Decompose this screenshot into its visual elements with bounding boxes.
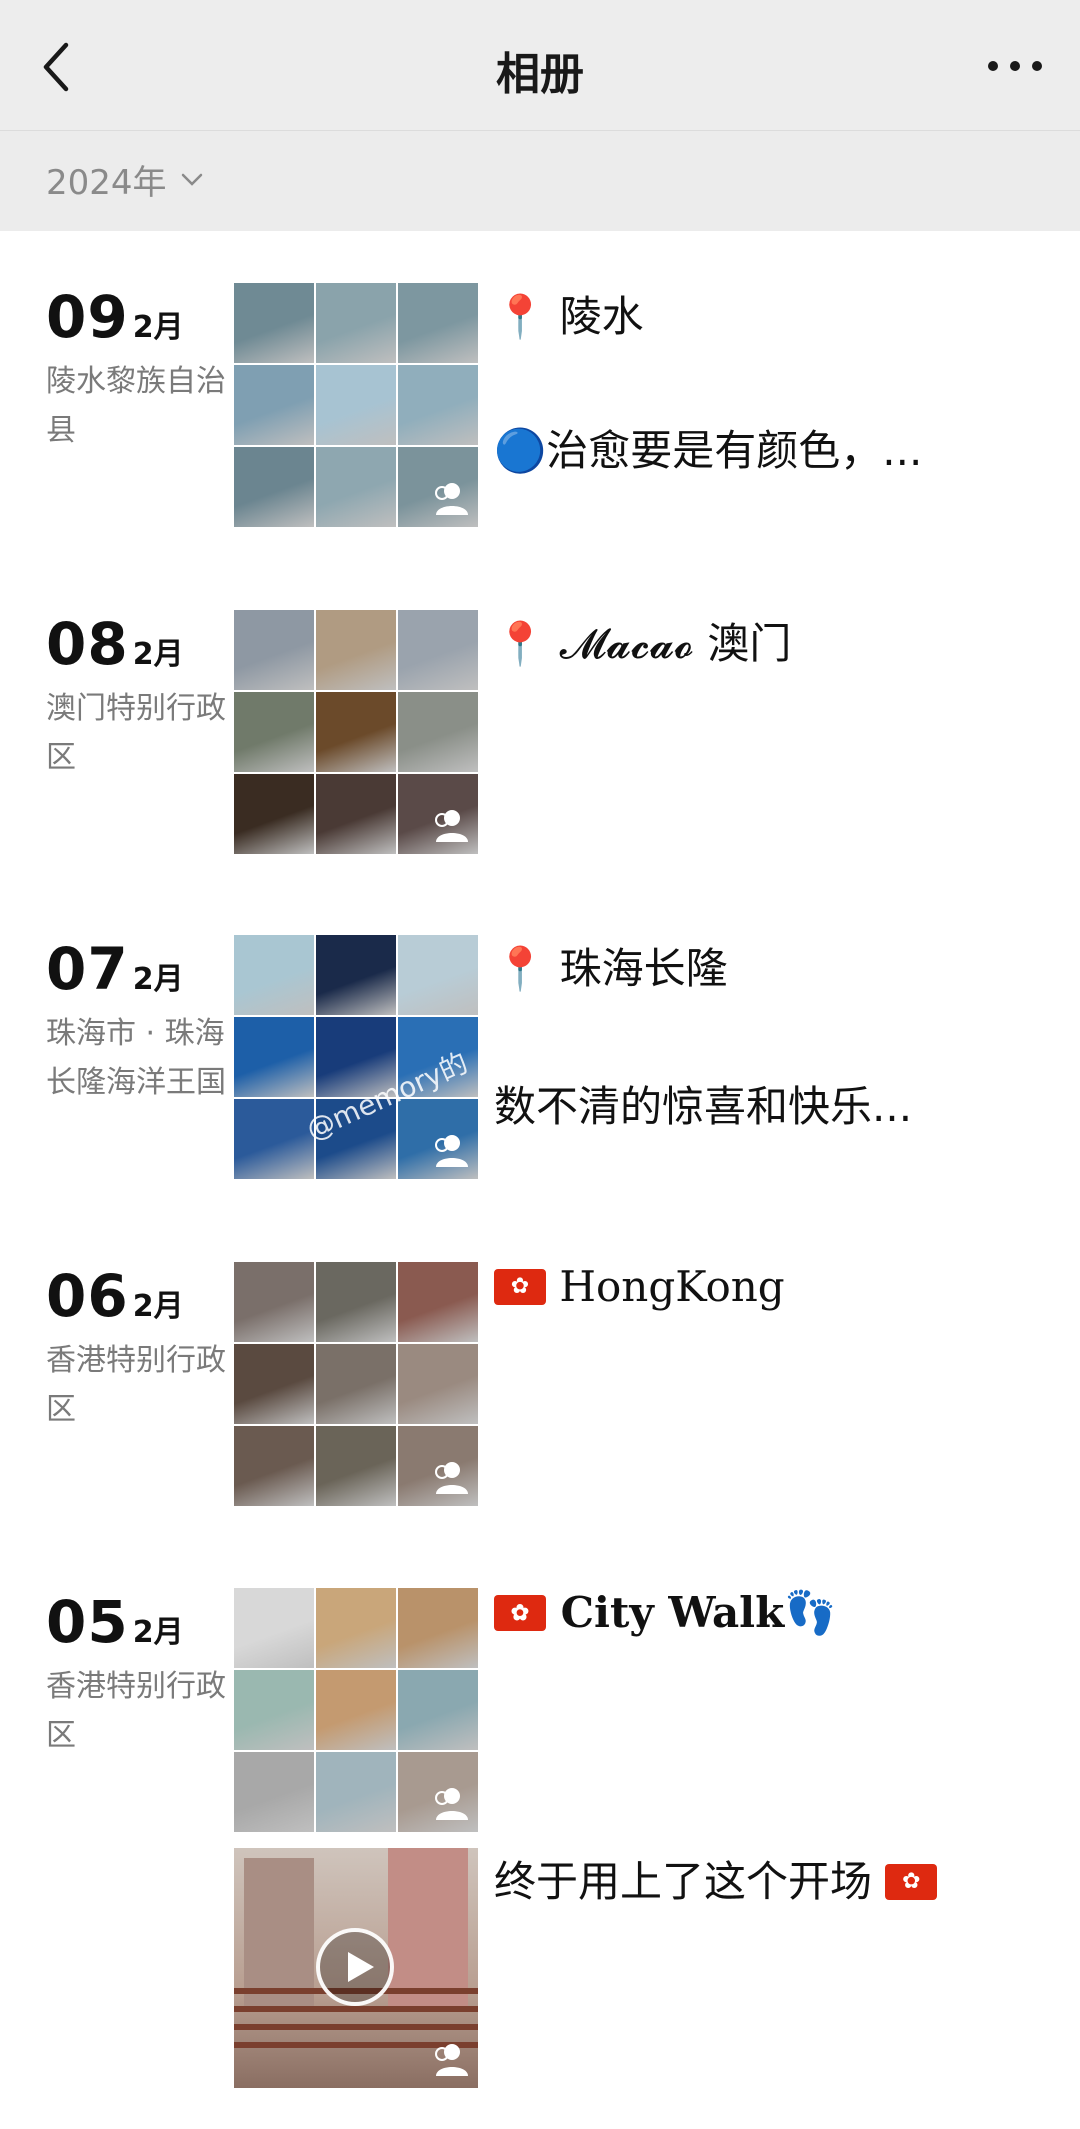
date-column: 09 2月 陵水黎族自治县 [46, 283, 226, 455]
photo-thumbnail[interactable] [316, 1588, 396, 1668]
photo-thumbnail[interactable] [316, 365, 396, 445]
date-column: 08 2月 澳门特别行政区 [46, 610, 226, 782]
photo-thumbnail[interactable] [316, 774, 396, 854]
photo-thumbnail[interactable] [316, 1426, 396, 1506]
photo-grid[interactable] [234, 1262, 478, 1506]
location-label: 香港特别行政区 [46, 1669, 226, 1753]
day-number: 05 [46, 1588, 129, 1656]
photo-thumbnail[interactable] [234, 1426, 314, 1506]
photo-thumbnail[interactable] [316, 1670, 396, 1750]
photo-thumbnail[interactable] [398, 935, 478, 1015]
photo-thumbnail[interactable] [234, 1670, 314, 1750]
video-building [388, 1848, 468, 2008]
photo-grid[interactable] [234, 1588, 478, 1832]
photo-thumbnail[interactable] [398, 1670, 478, 1750]
month-label: 2月 [132, 1289, 184, 1324]
more-button[interactable] [980, 44, 1050, 88]
photo-thumbnail[interactable] [234, 774, 314, 854]
photo-thumbnail[interactable] [398, 692, 478, 772]
photo-thumbnail[interactable] [398, 283, 478, 363]
post-title: ✿ HongKong [494, 1262, 785, 1311]
post-location: 📍 陵水 [494, 292, 644, 341]
photo-thumbnail[interactable] [234, 1588, 314, 1668]
location-label: 澳门特别行政区 [46, 691, 226, 775]
hongkong-flag-icon: ✿ [494, 1595, 546, 1631]
photo-thumbnail[interactable] [316, 1344, 396, 1424]
photo-thumbnail[interactable] [398, 1099, 478, 1179]
photo-thumbnail[interactable] [234, 935, 314, 1015]
hongkong-flag-icon: ✿ [885, 1864, 938, 1900]
multi-photo-icon [435, 1462, 468, 1494]
day-number: 06 [46, 1262, 129, 1330]
video-building [244, 1858, 314, 2008]
photo-thumbnail[interactable] [398, 1752, 478, 1832]
photo-thumbnail[interactable] [234, 447, 314, 527]
photo-thumbnail[interactable] [316, 1262, 396, 1342]
photo-thumbnail[interactable] [234, 1017, 314, 1097]
photo-thumbnail[interactable] [234, 365, 314, 445]
chevron-down-icon [181, 173, 202, 186]
post-location: 📍 𝓜𝓪𝓬𝓪𝓸 澳门 [494, 619, 792, 668]
post-location: 📍 珠海长隆 [494, 944, 728, 993]
year-label: 2024年 [46, 163, 167, 203]
location-label: 陵水黎族自治县 [46, 364, 226, 448]
month-label: 2月 [132, 310, 184, 345]
top-bar: 相册 [0, 0, 1080, 131]
multi-photo-icon [435, 1788, 468, 1820]
post-caption: 数不清的惊喜和快乐... [494, 1082, 913, 1131]
photo-thumbnail[interactable] [398, 365, 478, 445]
photo-thumbnail[interactable] [316, 1752, 396, 1832]
photo-thumbnail[interactable] [316, 283, 396, 363]
post-caption: 终于用上了这个开场 ✿ [494, 1848, 938, 1909]
photo-thumbnail[interactable] [398, 1426, 478, 1506]
more-dot-icon [988, 61, 998, 71]
photo-thumbnail[interactable] [316, 935, 396, 1015]
date-column: 07 2月 珠海市 · 珠海长隆海洋王国 [46, 935, 226, 1107]
photo-thumbnail[interactable] [316, 610, 396, 690]
photo-thumbnail[interactable] [234, 1752, 314, 1832]
year-dropdown[interactable]: 2024年 [46, 155, 203, 204]
photo-thumbnail[interactable] [234, 610, 314, 690]
photo-thumbnail[interactable] [316, 692, 396, 772]
more-dot-icon [1032, 61, 1042, 71]
multi-photo-icon [435, 2044, 468, 2076]
month-label: 2月 [132, 1615, 184, 1650]
play-icon[interactable] [316, 1928, 394, 2006]
photo-thumbnail[interactable] [398, 774, 478, 854]
photo-grid[interactable] [234, 610, 478, 854]
hongkong-flag-icon: ✿ [494, 1269, 546, 1305]
post-caption: 🔵治愈要是有颜色，... [494, 426, 923, 475]
multi-photo-icon [435, 810, 468, 842]
day-number: 09 [46, 283, 129, 351]
photo-thumbnail[interactable] [234, 692, 314, 772]
photo-thumbnail[interactable] [398, 610, 478, 690]
date-column: 05 2月 香港特别行政区 [46, 1588, 226, 1760]
photo-grid[interactable] [234, 283, 478, 527]
month-label: 2月 [132, 637, 184, 672]
photo-thumbnail[interactable] [398, 1344, 478, 1424]
multi-photo-icon [435, 1135, 468, 1167]
multi-photo-icon [435, 483, 468, 515]
video-thumbnail[interactable] [234, 1848, 478, 2088]
date-column: 06 2月 香港特别行政区 [46, 1262, 226, 1434]
photo-thumbnail[interactable] [398, 447, 478, 527]
day-number: 07 [46, 935, 129, 1003]
day-number: 08 [46, 610, 129, 678]
photo-thumbnail[interactable] [234, 1344, 314, 1424]
photo-thumbnail[interactable] [234, 1262, 314, 1342]
post-title: ✿ City Walk👣 [494, 1588, 837, 1638]
photo-thumbnail[interactable] [234, 283, 314, 363]
photo-thumbnail[interactable] [398, 1588, 478, 1668]
photo-thumbnail[interactable] [398, 1262, 478, 1342]
photo-thumbnail[interactable] [316, 447, 396, 527]
year-filter-bar: 2024年 [0, 131, 1080, 231]
month-label: 2月 [132, 962, 184, 997]
location-label: 香港特别行政区 [46, 1343, 226, 1427]
location-label: 珠海市 · 珠海长隆海洋王国 [46, 1016, 226, 1100]
page-title: 相册 [496, 49, 584, 100]
more-dot-icon [1010, 61, 1020, 71]
